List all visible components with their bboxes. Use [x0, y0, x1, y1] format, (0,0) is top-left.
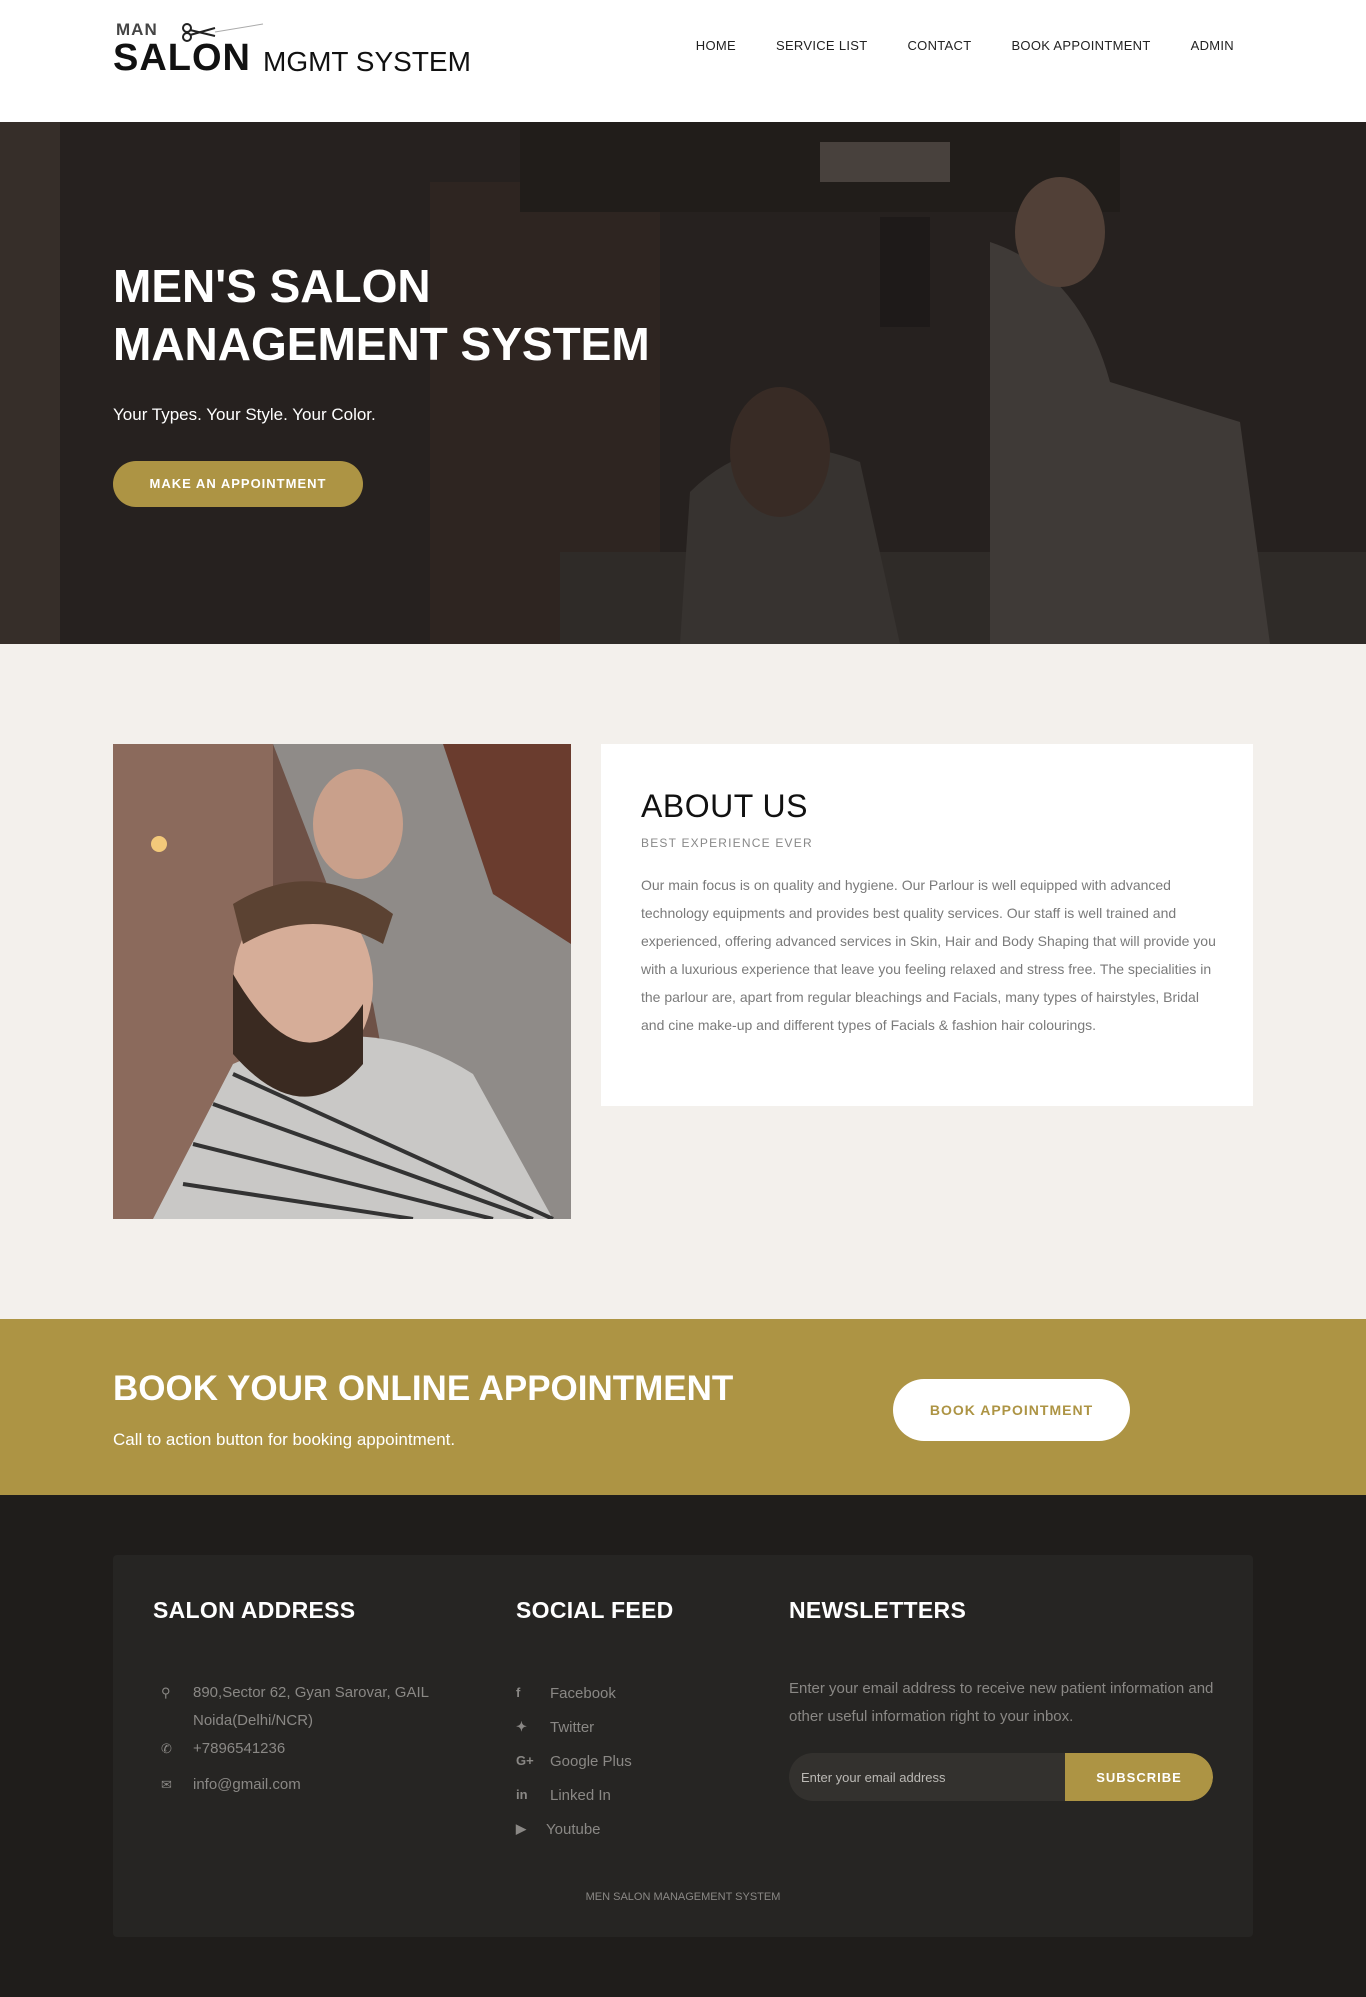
phone-icon: ✆	[161, 1741, 172, 1756]
cta-title: BOOK YOUR ONLINE APPOINTMENT	[113, 1369, 734, 1408]
hero-background-image	[0, 122, 1366, 644]
book-appointment-button[interactable]: BOOK APPOINTMENT	[893, 1379, 1130, 1441]
envelope-icon: ✉	[161, 1777, 172, 1792]
booking-cta: BOOK YOUR ONLINE APPOINTMENT Call to act…	[0, 1319, 1366, 1495]
barber-image	[113, 744, 571, 1219]
facebook-icon: f	[516, 1685, 521, 1700]
hero-title-line2: MANAGEMENT SYSTEM	[113, 318, 650, 370]
footer-social-column: SOCIAL FEED f Facebook ✦ Twitter G+ Goog…	[516, 1597, 756, 1838]
twitter-icon: ✦	[516, 1719, 527, 1734]
footer-address-column: SALON ADDRESS ⚲ 890,Sector 62, Gyan Saro…	[153, 1597, 493, 1793]
site-logo[interactable]: MAN SALON MGMT SYSTEM	[113, 20, 503, 82]
nav-admin[interactable]: ADMIN	[1191, 38, 1234, 53]
nav-contact[interactable]: CONTACT	[907, 38, 971, 53]
cta-subtitle: Call to action button for booking appoin…	[113, 1430, 456, 1449]
main-nav: HOME SERVICE LIST CONTACT BOOK APPOINTME…	[656, 38, 1234, 53]
social-heading: SOCIAL FEED	[516, 1597, 674, 1623]
about-title: ABOUT US	[641, 788, 808, 824]
newsletter-form: SUBSCRIBE	[789, 1753, 1213, 1801]
subscribe-button[interactable]: SUBSCRIBE	[1065, 1753, 1213, 1801]
hero-title: MEN'S SALON MANAGEMENT SYSTEM	[113, 257, 733, 373]
social-label: Facebook	[550, 1685, 616, 1702]
about-card: ABOUT US BEST EXPERIENCE EVER Our main f…	[601, 744, 1253, 1106]
hero-banner: MEN'S SALON MANAGEMENT SYSTEM Your Types…	[0, 122, 1366, 644]
address-city: Noida(Delhi/NCR)	[193, 1712, 314, 1729]
address-heading: SALON ADDRESS	[153, 1597, 356, 1623]
about-text: Our main focus is on quality and hygiene…	[641, 877, 1216, 1033]
email-row: ✉ info@gmail.com	[153, 1771, 301, 1799]
hero-subtitle: Your Types. Your Style. Your Color.	[113, 405, 376, 424]
footer-newsletter-column: NEWSLETTERS Enter your email address to …	[789, 1597, 1229, 1801]
about-section: ABOUT US BEST EXPERIENCE EVER Our main f…	[0, 644, 1366, 1319]
site-footer: SALON ADDRESS ⚲ 890,Sector 62, Gyan Saro…	[0, 1495, 1366, 1997]
logo-salon-text: SALON	[113, 37, 251, 79]
youtube-icon: ▶	[516, 1821, 526, 1836]
map-pin-icon: ⚲	[161, 1685, 171, 1700]
social-link-google-plus[interactable]: G+ Google Plus	[516, 1753, 632, 1770]
site-header: MAN SALON MGMT SYSTEM HOME SERVICE LIST …	[0, 0, 1366, 122]
social-link-youtube[interactable]: ▶ Youtube	[516, 1821, 601, 1838]
copyright-text: MEN SALON MANAGEMENT SYSTEM	[585, 1891, 781, 1903]
phone-text[interactable]: +7896541236	[193, 1735, 285, 1763]
social-label: Linked In	[550, 1787, 611, 1804]
linkedin-icon: in	[516, 1787, 528, 1802]
address-street: 890,Sector 62, Gyan Sarovar, GAIL	[193, 1684, 429, 1701]
nav-home[interactable]: HOME	[696, 38, 736, 53]
logo-mgmt-text: MGMT SYSTEM	[263, 46, 471, 77]
hero-title-line1: MEN'S SALON	[113, 260, 431, 312]
social-link-twitter[interactable]: ✦ Twitter	[516, 1719, 594, 1736]
nav-book-appointment[interactable]: BOOK APPOINTMENT	[1011, 38, 1150, 53]
social-label: Google Plus	[550, 1753, 632, 1770]
nav-service-list[interactable]: SERVICE LIST	[776, 38, 868, 53]
google-plus-icon: G+	[516, 1753, 534, 1768]
social-link-linkedin[interactable]: in Linked In	[516, 1787, 611, 1804]
about-kicker: BEST EXPERIENCE EVER	[641, 836, 813, 850]
phone-row: ✆ +7896541236	[153, 1735, 285, 1763]
social-link-facebook[interactable]: f Facebook	[516, 1685, 616, 1702]
social-label: Youtube	[546, 1821, 601, 1838]
footer-panel: SALON ADDRESS ⚲ 890,Sector 62, Gyan Saro…	[113, 1555, 1253, 1937]
make-appointment-button[interactable]: MAKE AN APPOINTMENT	[113, 461, 363, 507]
newsletter-heading: NEWSLETTERS	[789, 1597, 967, 1623]
address-row: ⚲ 890,Sector 62, Gyan Sarovar, GAIL Noid…	[153, 1679, 453, 1735]
email-text[interactable]: info@gmail.com	[193, 1771, 301, 1799]
newsletter-email-input[interactable]	[789, 1753, 1064, 1801]
address-text: 890,Sector 62, Gyan Sarovar, GAIL Noida(…	[193, 1679, 453, 1735]
newsletter-text: Enter your email address to receive new …	[789, 1680, 1214, 1725]
social-label: Twitter	[550, 1719, 595, 1736]
